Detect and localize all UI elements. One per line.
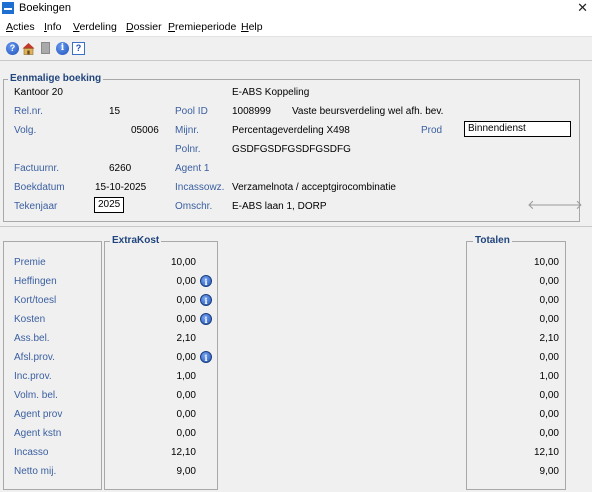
toolbar: ? i ? bbox=[0, 37, 592, 61]
menu-verdeling[interactable]: Verdeling bbox=[73, 21, 117, 33]
close-icon[interactable]: ✕ bbox=[577, 0, 588, 15]
total-value: 0,00 bbox=[539, 276, 559, 287]
extrakost-value: 0,00 bbox=[176, 409, 196, 420]
menu-bar: Acties Info Verdeling Dossier Premieperi… bbox=[0, 17, 592, 37]
poolid-label: Pool ID bbox=[175, 106, 208, 117]
title-bar: Boekingen ✕ bbox=[0, 0, 592, 17]
extrakost-value: 0,00 bbox=[176, 390, 196, 401]
boekdatum-label: Boekdatum bbox=[14, 182, 65, 193]
total-value: 0,00 bbox=[539, 314, 559, 325]
total-value: 12,10 bbox=[533, 447, 559, 458]
amount-label: Netto mij. bbox=[14, 466, 57, 477]
factuurnr-value: 6260 bbox=[109, 163, 132, 174]
total-value: 1,00 bbox=[539, 371, 559, 382]
info-icon[interactable]: i bbox=[56, 42, 69, 55]
amount-label: Kosten bbox=[14, 314, 46, 325]
amount-label: Heffingen bbox=[14, 276, 57, 287]
document-icon[interactable] bbox=[41, 42, 50, 54]
info-icon[interactable]: i bbox=[200, 351, 212, 363]
app-icon bbox=[2, 2, 14, 14]
tekenjaar-label: Tekenjaar bbox=[14, 201, 58, 212]
home-icon[interactable] bbox=[22, 42, 35, 55]
prod-field[interactable]: Binnendienst bbox=[464, 121, 571, 137]
info-icon[interactable]: i bbox=[200, 313, 212, 325]
total-value: 0,00 bbox=[539, 352, 559, 363]
extrakost-value: 0,00 bbox=[176, 352, 196, 363]
total-value: 2,10 bbox=[539, 333, 559, 344]
extrakost-value: 0,00 bbox=[176, 295, 196, 306]
relnr-label: Rel.nr. bbox=[14, 106, 43, 117]
amount-label: Incasso bbox=[14, 447, 49, 458]
factuurnr-label: Factuurnr. bbox=[14, 163, 60, 174]
extrakost-value: 0,00 bbox=[176, 314, 196, 325]
booking-legend: Eenmalige boeking bbox=[8, 73, 104, 84]
tekenjaar-field[interactable]: 2025 bbox=[94, 197, 124, 213]
amount-label: Premie bbox=[14, 257, 46, 268]
pool-description: Vaste beursverdeling wel afh. bev. bbox=[292, 106, 444, 117]
menu-help[interactable]: Help bbox=[241, 21, 263, 33]
menu-info[interactable]: Info bbox=[44, 21, 62, 33]
prod-label: Prod bbox=[421, 125, 443, 136]
polnr-value: GSDFGSDFGSDFGSDFG bbox=[232, 144, 351, 155]
amount-label: Kort/toesl bbox=[14, 295, 57, 306]
amount-label: Volm. bel. bbox=[14, 390, 58, 401]
mijnr-label: Mijnr. bbox=[175, 125, 199, 136]
help-icon[interactable]: ? bbox=[6, 42, 19, 55]
relnr-value: 15 bbox=[109, 106, 121, 117]
agent-label: Agent 1 bbox=[175, 163, 210, 174]
extrakost-value: 1,00 bbox=[176, 371, 196, 382]
info-icon[interactable]: i bbox=[200, 275, 212, 287]
menu-dossier[interactable]: Dossier bbox=[126, 21, 162, 33]
poolid-value: 1008999 bbox=[232, 106, 271, 117]
omschr-value: E-ABS laan 1, DORP bbox=[232, 201, 327, 212]
mijnr-value: Percentageverdeling X498 bbox=[232, 125, 350, 136]
volg-value: 05006 bbox=[131, 125, 159, 136]
total-value: 0,00 bbox=[539, 428, 559, 439]
amount-label: Afsl.prov. bbox=[14, 352, 55, 363]
extrakost-value: 12,10 bbox=[170, 447, 196, 458]
total-value: 0,00 bbox=[539, 390, 559, 401]
incasso-label: Incassowz. bbox=[175, 182, 225, 193]
boekdatum-value: 15-10-2025 bbox=[95, 182, 147, 193]
context-help-icon[interactable]: ? bbox=[72, 42, 85, 55]
menu-acties[interactable]: Acties bbox=[6, 21, 35, 33]
total-value: 0,00 bbox=[539, 409, 559, 420]
extrakost-value: 0,00 bbox=[176, 428, 196, 439]
incasso-value: Verzamelnota / acceptgirocombinatie bbox=[232, 182, 396, 193]
info-icon[interactable]: i bbox=[200, 294, 212, 306]
amount-label: Agent kstn bbox=[14, 428, 62, 439]
extrakost-value: 2,10 bbox=[176, 333, 196, 344]
volg-label: Volg. bbox=[14, 125, 37, 136]
section-divider bbox=[0, 226, 592, 227]
extrakost-value: 10,00 bbox=[170, 257, 196, 268]
extrakost-legend: ExtraKost bbox=[110, 235, 162, 246]
total-value: 9,00 bbox=[539, 466, 559, 477]
polnr-label: Polnr. bbox=[175, 144, 201, 155]
coupling-name: E-ABS Koppeling bbox=[232, 87, 310, 98]
omschr-label: Omschr. bbox=[175, 201, 213, 212]
amount-label: Ass.bel. bbox=[14, 333, 50, 344]
amount-label: Inc.prov. bbox=[14, 371, 52, 382]
extrakost-value: 0,00 bbox=[176, 276, 196, 287]
total-value: 0,00 bbox=[539, 295, 559, 306]
extrakost-value: 9,00 bbox=[176, 466, 196, 477]
totalen-legend: Totalen bbox=[473, 235, 512, 246]
next-arrow-icon[interactable]: 🡒 bbox=[548, 197, 583, 213]
menu-premieperiode[interactable]: Premieperiode bbox=[168, 21, 236, 33]
amount-label: Agent prov bbox=[14, 409, 63, 420]
total-value: 10,00 bbox=[533, 257, 559, 268]
office-name: Kantoor 20 bbox=[14, 87, 63, 98]
window-title: Boekingen bbox=[19, 2, 71, 14]
